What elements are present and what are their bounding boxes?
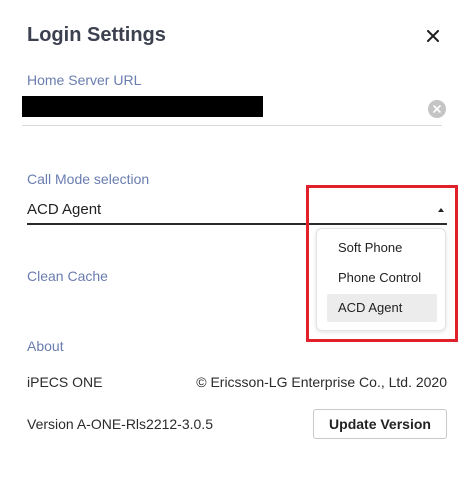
close-icon <box>427 30 439 42</box>
option-phone-control[interactable]: Phone Control <box>327 264 437 292</box>
home-server-url-field[interactable] <box>22 96 446 126</box>
clear-circle-icon <box>433 105 441 113</box>
login-settings-dialog: Login Settings Home Server URL Call Mode… <box>0 0 471 486</box>
call-mode-dropdown: Soft Phone Phone Control ACD Agent <box>316 228 446 331</box>
clear-url-button[interactable] <box>428 100 446 118</box>
option-soft-phone[interactable]: Soft Phone <box>327 234 437 262</box>
copyright-text: © Ericsson-LG Enterprise Co., Ltd. 2020 <box>196 374 447 390</box>
clean-cache-link[interactable]: Clean Cache <box>27 268 108 284</box>
version-text: Version A-ONE-Rls2212-3.0.5 <box>27 416 213 432</box>
option-acd-agent[interactable]: ACD Agent <box>327 294 437 322</box>
home-server-url-value-redacted[interactable] <box>22 96 263 117</box>
product-name: iPECS ONE <box>27 374 103 390</box>
call-mode-label: Call Mode selection <box>27 171 150 187</box>
home-server-url-label: Home Server URL <box>27 72 142 88</box>
close-button[interactable] <box>423 26 443 46</box>
about-label: About <box>27 338 64 354</box>
call-mode-selected-value: ACD Agent <box>27 201 102 218</box>
update-version-button[interactable]: Update Version <box>313 409 447 439</box>
dialog-title: Login Settings <box>27 24 166 46</box>
